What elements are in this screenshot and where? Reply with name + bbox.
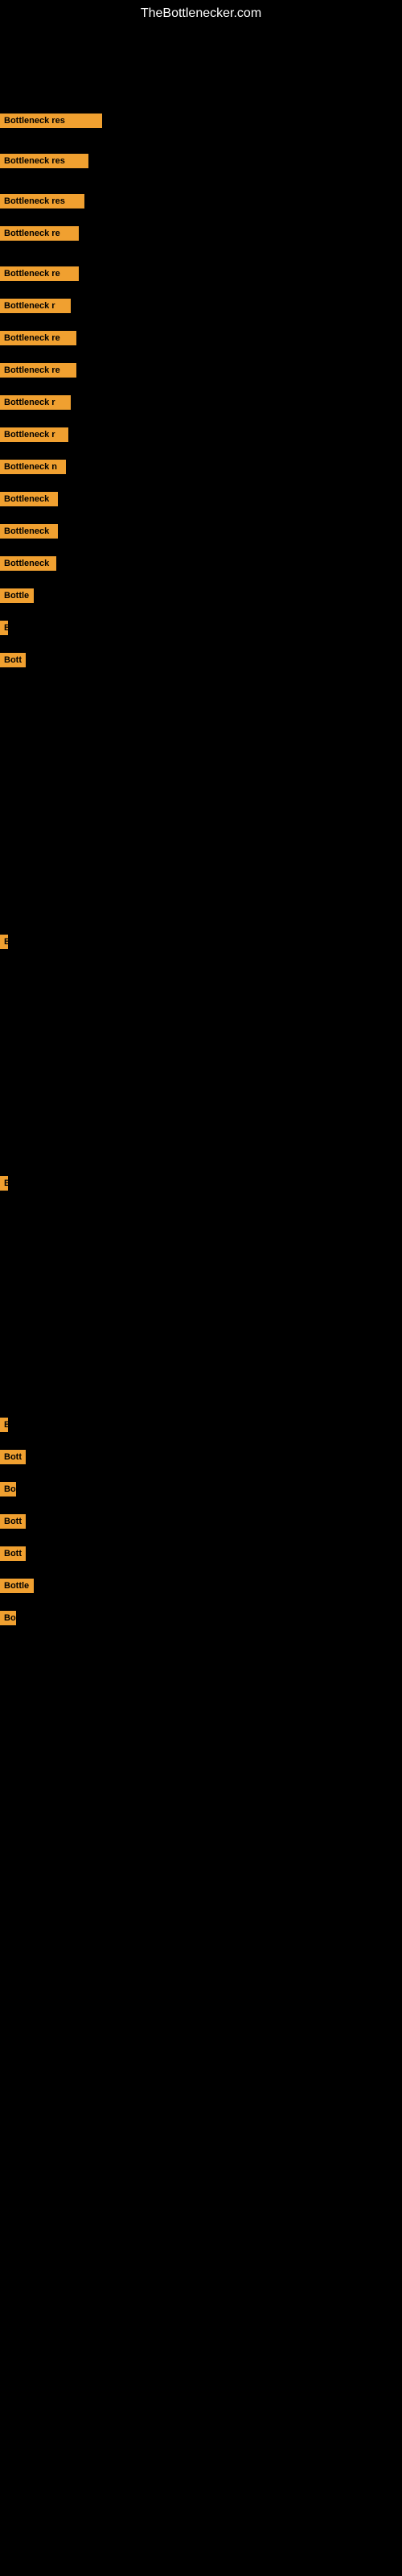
bottleneck-item[interactable]: B [0,1176,8,1191]
bottleneck-item[interactable]: Bott [0,653,26,667]
bottleneck-item[interactable]: Bottle [0,588,34,603]
bottleneck-item[interactable]: Bottleneck r [0,395,71,410]
bottleneck-item[interactable]: Bo [0,1611,16,1625]
bottleneck-item[interactable]: B [0,935,8,949]
bottleneck-item[interactable]: Bottleneck [0,524,58,539]
bottleneck-item[interactable]: Bottleneck re [0,266,79,281]
bottleneck-item[interactable]: B [0,621,8,635]
bottleneck-item[interactable]: Bott [0,1450,26,1464]
bottleneck-item[interactable]: Bottleneck res [0,194,84,208]
bottleneck-item[interactable]: Bott [0,1514,26,1529]
bottleneck-item[interactable]: Bottleneck [0,556,56,571]
bottleneck-item[interactable]: Bottleneck n [0,460,66,474]
bottleneck-item[interactable]: Bottleneck [0,492,58,506]
bottleneck-item[interactable]: Bottleneck re [0,226,79,241]
bottleneck-item[interactable]: Bottleneck r [0,427,68,442]
bottleneck-item[interactable]: Bott [0,1546,26,1561]
bottleneck-item[interactable]: Bottleneck r [0,299,71,313]
bottleneck-item[interactable]: Bo [0,1482,16,1496]
bottleneck-item[interactable]: Bottleneck re [0,331,76,345]
bottleneck-item[interactable]: Bottleneck res [0,114,102,128]
bottleneck-item[interactable]: Bottleneck res [0,154,88,168]
site-title: TheBottlenecker.com [0,0,402,27]
bottleneck-item[interactable]: B [0,1418,8,1432]
bottleneck-item[interactable]: Bottle [0,1579,34,1593]
bottleneck-item[interactable]: Bottleneck re [0,363,76,378]
